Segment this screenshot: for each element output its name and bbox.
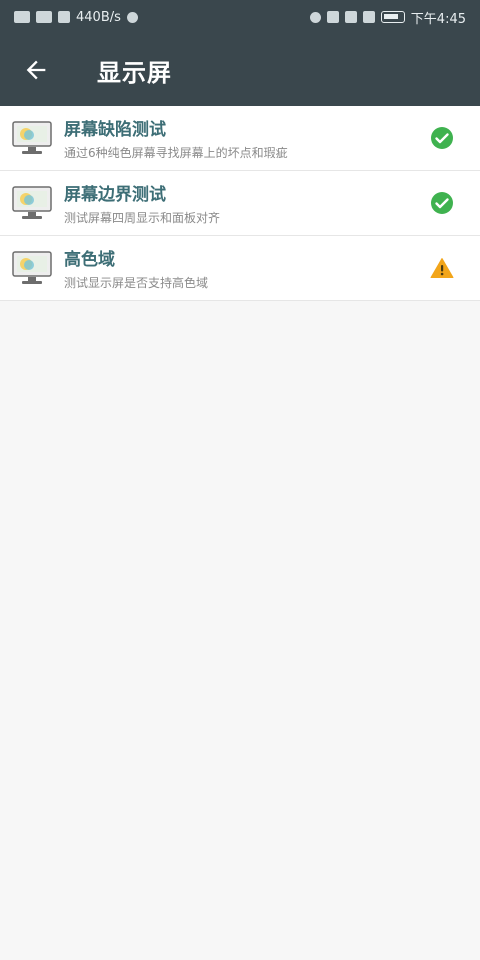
status-time: 下午4:45 <box>410 11 466 27</box>
arrow-left-icon <box>26 60 46 80</box>
toolbar: 显示屏 <box>0 34 480 106</box>
app-header: 440B/s 下午4:45 显示屏 <box>0 0 480 106</box>
warning-triangle-icon <box>430 258 454 278</box>
status-right: 下午4:45 <box>309 8 466 27</box>
nfc-icon <box>326 11 339 23</box>
test-list: 屏幕缺陷测试 通过6种纯色屏幕寻找屏幕上的坏点和瑕疵 屏幕边界测试 测试屏幕四周… <box>0 106 480 301</box>
monitor-icon <box>12 251 52 284</box>
eye-icon <box>309 11 321 23</box>
item-title: 高色域 <box>64 250 115 270</box>
battery-icon <box>380 11 405 23</box>
back-button[interactable] <box>0 34 72 106</box>
notification-icon <box>14 11 30 23</box>
check-circle-icon <box>431 192 453 214</box>
monitor-icon <box>12 186 52 219</box>
item-title: 屏幕边界测试 <box>64 185 166 205</box>
wifi-icon <box>58 11 70 23</box>
item-subtitle: 通过6种纯色屏幕寻找屏幕上的坏点和瑕疵 <box>64 146 288 160</box>
status-left: 440B/s <box>14 10 138 25</box>
item-text: 高色域 测试显示屏是否支持高色域 <box>64 245 430 291</box>
signal-icon <box>36 11 52 23</box>
list-item-screen-boundary[interactable]: 屏幕边界测试 测试屏幕四周显示和面板对齐 <box>0 171 480 236</box>
item-subtitle: 测试显示屏是否支持高色域 <box>64 276 209 290</box>
bluetooth-icon <box>362 11 375 23</box>
page-title: 显示屏 <box>97 58 172 87</box>
list-item-wide-color-gamut[interactable]: 高色域 测试显示屏是否支持高色域 <box>0 236 480 301</box>
app-notification-icon <box>126 11 138 23</box>
list-item-screen-defect[interactable]: 屏幕缺陷测试 通过6种纯色屏幕寻找屏幕上的坏点和瑕疵 <box>0 106 480 171</box>
monitor-icon <box>12 121 52 154</box>
item-text: 屏幕缺陷测试 通过6种纯色屏幕寻找屏幕上的坏点和瑕疵 <box>64 115 430 161</box>
status-bar: 440B/s 下午4:45 <box>0 0 480 34</box>
item-subtitle: 测试屏幕四周显示和面板对齐 <box>64 211 221 225</box>
item-title: 屏幕缺陷测试 <box>64 120 166 140</box>
check-circle-icon <box>431 127 453 149</box>
shield-icon <box>344 11 357 23</box>
item-text: 屏幕边界测试 测试屏幕四周显示和面板对齐 <box>64 180 430 226</box>
network-speed: 440B/s <box>76 9 121 25</box>
